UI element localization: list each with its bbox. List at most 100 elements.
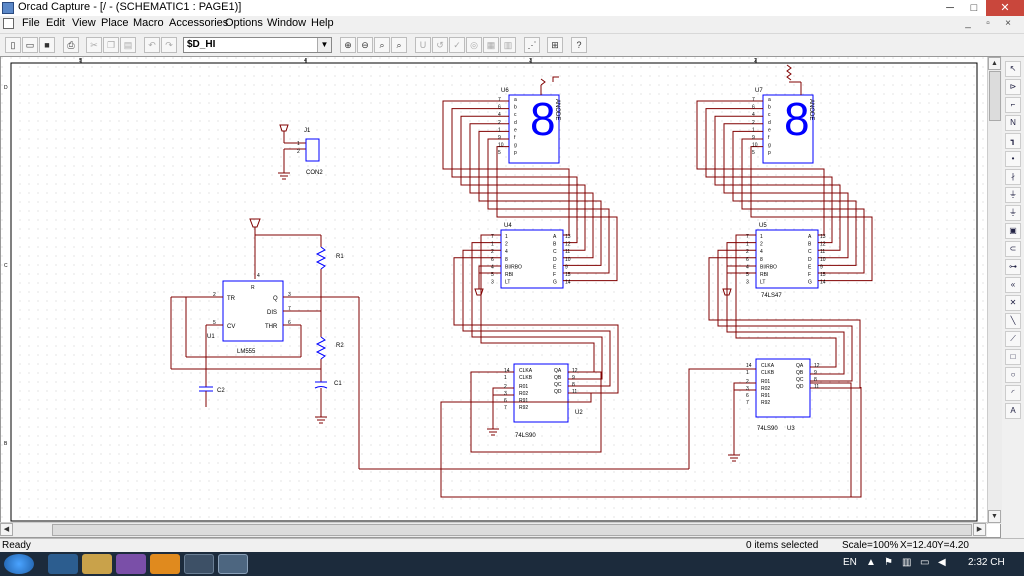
place-port-icon[interactable]: ⊂ — [1005, 241, 1021, 257]
menu-options[interactable]: Options — [225, 17, 263, 29]
project-manager-icon[interactable]: ⊞ — [547, 37, 563, 53]
place-power-icon[interactable]: ⏚ — [1005, 187, 1021, 203]
menu-accessories[interactable]: Accessories — [169, 17, 228, 29]
part-u4-decoder[interactable]: U4 — [500, 223, 564, 289]
zoom-area-icon[interactable]: ⌕ — [374, 37, 390, 53]
menu-help[interactable]: Help — [311, 17, 334, 29]
place-rectangle-icon[interactable]: □ — [1005, 349, 1021, 365]
file-explorer-icon[interactable] — [82, 554, 112, 574]
segment-pin-label: g — [514, 143, 517, 149]
place-junction-icon[interactable]: • — [1005, 151, 1021, 167]
media-player-icon[interactable] — [150, 554, 180, 574]
chrome-icon[interactable] — [184, 554, 214, 574]
menu-place[interactable]: Place — [101, 17, 129, 29]
internet-explorer-icon[interactable] — [48, 554, 78, 574]
flag-icon[interactable]: ⚑ — [884, 557, 893, 568]
place-polyline-icon[interactable]: ⟋ — [1005, 331, 1021, 347]
chevron-down-icon[interactable]: ▼ — [317, 38, 331, 52]
doc-minimize-button[interactable]: _ — [960, 17, 976, 31]
decoder-in-label: BI/RBO — [505, 264, 522, 270]
paste-icon[interactable]: ▤ — [120, 37, 136, 53]
doc-close-button[interactable]: × — [1000, 17, 1016, 31]
scroll-up-icon[interactable]: ▲ — [988, 57, 1001, 70]
segment-pin-label: b — [514, 105, 517, 111]
schematic-canvas[interactable]: 5 4 3 2 D C B J1 1 2 CON2 TR Q DIS CV TH… — [0, 56, 1001, 538]
decoder-in-label: 4 — [505, 249, 508, 255]
orcad-taskbar-icon[interactable] — [218, 554, 248, 574]
place-text-icon[interactable]: A — [1005, 403, 1021, 419]
bom-icon[interactable]: ▥ — [500, 37, 516, 53]
maximize-button[interactable]: □ — [962, 0, 986, 16]
place-no-connect-icon[interactable]: ✕ — [1005, 295, 1021, 311]
menu-file[interactable]: File — [22, 17, 40, 29]
scroll-left-icon[interactable]: ◀ — [0, 523, 13, 536]
new-icon[interactable]: ▯ — [5, 37, 21, 53]
counter-in-number: 14 — [504, 368, 510, 374]
vertical-scrollbar[interactable]: ▲ ▼ — [987, 57, 1002, 524]
menu-view[interactable]: View — [72, 17, 96, 29]
network-icon[interactable]: ▥ — [902, 557, 911, 568]
doc-restore-button[interactable]: ▫ — [980, 17, 996, 31]
cross-ref-icon[interactable]: ▦ — [483, 37, 499, 53]
u6-digit: 8 — [530, 93, 556, 145]
language-indicator[interactable]: EN — [843, 557, 857, 568]
undo-icon[interactable]: ↶ — [144, 37, 160, 53]
annotate-icon[interactable]: U — [415, 37, 431, 53]
cut-icon[interactable]: ✂ — [86, 37, 102, 53]
snap-grid-icon[interactable]: ⋰ — [524, 37, 540, 53]
print-icon[interactable]: ⎙ — [63, 37, 79, 53]
zoom-out-icon[interactable]: ⊖ — [357, 37, 373, 53]
status-y: Y=4.20 — [937, 540, 969, 551]
start-button-icon[interactable] — [4, 554, 34, 574]
battery-icon[interactable]: ▭ — [920, 557, 929, 568]
place-line-icon[interactable]: ╲ — [1005, 313, 1021, 329]
back-annotate-icon[interactable]: ↺ — [432, 37, 448, 53]
vertical-scroll-thumb[interactable] — [989, 71, 1001, 121]
scroll-right-icon[interactable]: ▶ — [973, 523, 986, 536]
segment-pin-number: 2 — [752, 120, 755, 126]
place-wire-icon[interactable]: ⌐ — [1005, 97, 1021, 113]
redo-icon[interactable]: ↷ — [161, 37, 177, 53]
zoom-in-icon[interactable]: ⊕ — [340, 37, 356, 53]
menu-macro[interactable]: Macro — [133, 17, 164, 29]
netlist-icon[interactable]: ◎ — [466, 37, 482, 53]
place-offpage-icon[interactable]: « — [1005, 277, 1021, 293]
place-part-icon[interactable]: ⊳ — [1005, 79, 1021, 95]
place-hierarchical-block-icon[interactable]: ▣ — [1005, 223, 1021, 239]
status-selection: 0 items selected — [746, 540, 819, 551]
save-icon[interactable]: ■ — [39, 37, 55, 53]
select-icon[interactable]: ↖ — [1005, 61, 1021, 77]
minimize-button[interactable]: ─ — [938, 0, 962, 16]
help-icon[interactable]: ? — [571, 37, 587, 53]
clock[interactable]: 2:32 CH — [968, 557, 1005, 568]
place-ellipse-icon[interactable]: ○ — [1005, 367, 1021, 383]
part-combo-value: $D_HI — [187, 39, 216, 50]
place-arc-icon[interactable]: ◜ — [1005, 385, 1021, 401]
visual-studio-icon[interactable] — [116, 554, 146, 574]
volume-icon[interactable]: ◀ — [938, 557, 946, 568]
counter-out-number: 8 — [814, 377, 817, 383]
u1-pin-cv: CV — [227, 324, 235, 330]
menu-edit[interactable]: Edit — [46, 17, 65, 29]
orcad-app-icon[interactable] — [2, 2, 14, 14]
copy-icon[interactable]: ❐ — [103, 37, 119, 53]
place-net-alias-icon[interactable]: N — [1005, 115, 1021, 131]
close-button[interactable]: ✕ — [986, 0, 1024, 16]
tray-arrow-icon[interactable]: ▲ — [866, 557, 876, 568]
document-icon[interactable] — [3, 18, 14, 29]
decoder-out-number: 15 — [820, 272, 826, 278]
horizontal-scroll-thumb[interactable] — [52, 524, 972, 536]
drc-icon[interactable]: ✓ — [449, 37, 465, 53]
open-icon[interactable]: ▭ — [22, 37, 38, 53]
menu-window[interactable]: Window — [267, 17, 306, 29]
part-combo[interactable]: $D_HI ▼ — [183, 37, 332, 53]
horizontal-scrollbar[interactable]: ◀ ▶ — [0, 522, 987, 537]
place-pin-icon[interactable]: ⊶ — [1005, 259, 1021, 275]
decoder-out-label: G — [553, 280, 557, 286]
zoom-all-icon[interactable]: ⌕ — [391, 37, 407, 53]
j1-pin: 2 — [297, 149, 300, 155]
scroll-down-icon[interactable]: ▼ — [988, 510, 1001, 523]
place-ground-icon[interactable]: ⏚ — [1005, 205, 1021, 221]
place-bus-icon[interactable]: ┓ — [1005, 133, 1021, 149]
place-bus-entry-icon[interactable]: ∤ — [1005, 169, 1021, 185]
